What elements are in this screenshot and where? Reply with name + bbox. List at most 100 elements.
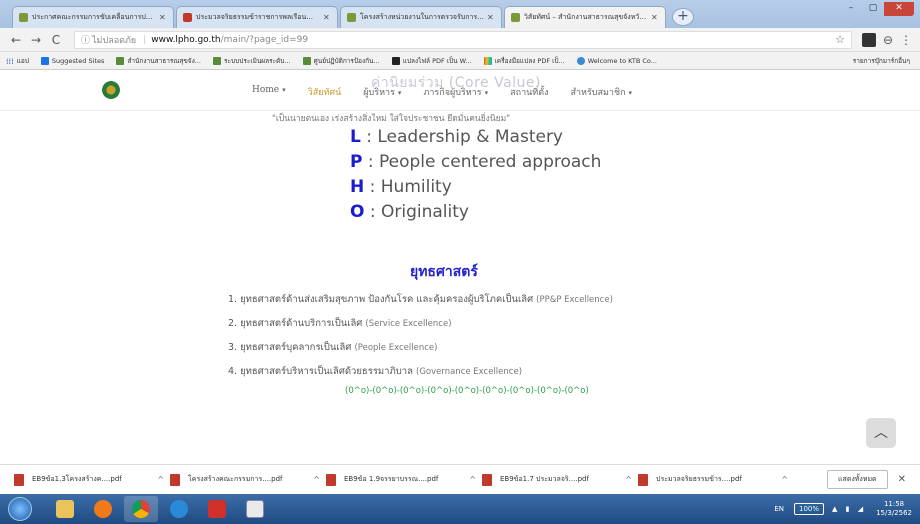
extension-icon[interactable] [862, 32, 876, 47]
bookmark-item[interactable]: แปลงไฟล์ PDF เป็น W... [391, 56, 472, 66]
reload-button[interactable]: C [48, 33, 64, 47]
chevron-up-icon[interactable]: ^ [625, 475, 632, 484]
strategy-text-en: (Service Excellence) [365, 319, 452, 329]
browser-tab[interactable]: ประมวลจริยธรรมข้าราชการพลเรือน... ✕ [176, 6, 338, 28]
back-button[interactable]: ← [8, 33, 24, 47]
browser-menu-icon[interactable]: ⋮ [900, 33, 912, 47]
taskbar-media[interactable] [86, 496, 120, 522]
browser-tab[interactable]: ประกาศคณะกรรมการขับเคลื่อนการป... ✕ [12, 6, 174, 28]
bookmarks-bar: ⁞⁞⁞ แอป Suggested Sites สำนักงานสาธารณสุ… [0, 52, 920, 70]
chevron-up-icon[interactable]: ^ [313, 475, 320, 484]
browser-tab[interactable]: โครงสร้างหน่วยงานในการตรวจรับการ... ✕ [340, 6, 502, 28]
bookmark-label: Welcome to KTB Co... [587, 56, 657, 65]
suggested-sites-icon [40, 56, 49, 65]
strategy-item: 4. ยุทธศาสตร์บริหารเป็นเลิศด้วยธรรมาภิบา… [228, 364, 613, 377]
pdf-favicon-icon [183, 13, 192, 22]
core-value-letter: O [350, 202, 365, 222]
page-content: "เป็นนายตนเอง เร่งสร้างสิ่งใหม่ ใส่ใจประ… [0, 111, 920, 464]
taskbar-explorer[interactable] [48, 496, 82, 522]
nav-item-home[interactable]: Home ▾ [252, 85, 286, 99]
download-item[interactable]: EB9ข้อ1.3โครงสร้างค....pdf ^ [14, 473, 164, 486]
chevron-down-icon: ▾ [628, 89, 633, 97]
core-value-text: : Leadership & Mastery [366, 127, 563, 147]
scroll-to-top-button[interactable]: ︿ [866, 418, 896, 448]
pdf-file-icon [14, 473, 24, 486]
taskbar-ie[interactable] [162, 496, 196, 522]
bookmark-item[interactable]: เครื่องมือแปลง PDF เป็... [483, 56, 565, 66]
maximize-button[interactable]: ▢ [862, 2, 884, 16]
download-item[interactable]: ประมวลจริยธรรมข้าร....pdf ^ [638, 473, 788, 486]
tab-label: โครงสร้างหน่วยงานในการตรวจรับการ... [360, 13, 484, 21]
strategy-text-th: 2. ยุทธศาสตร์ด้านบริการเป็นเลิศ [228, 318, 363, 329]
nav-item-vision[interactable]: วิสัยทัศน์ [308, 85, 342, 99]
clock[interactable]: 11:58 15/3/2562 [876, 500, 912, 518]
site-favicon-icon [347, 13, 356, 22]
info-icon[interactable]: ⓘ [81, 33, 90, 46]
security-label: ไม่ปลอดภัย [92, 35, 137, 46]
strategy-text-en: (People Excellence) [354, 343, 438, 353]
download-item[interactable]: EB9ข้อ1.7 ประมวลจริ....pdf ^ [482, 473, 632, 486]
pdf-converter-icon [391, 56, 400, 65]
core-value-item: P : People centered approach [350, 152, 601, 172]
apps-grid-icon: ⁞⁞⁞ [6, 56, 14, 66]
chevron-up-icon[interactable]: ^ [157, 475, 164, 484]
site-favicon-icon [511, 13, 520, 22]
pdf-tool-icon [483, 56, 492, 65]
bookmark-item[interactable]: สำนักงานสาธารณสุขจัง... [116, 56, 201, 66]
core-value-heading: ค่านิยมร่วม (Core Value) [371, 75, 542, 91]
bookmark-item[interactable]: Suggested Sites [40, 56, 104, 65]
language-indicator[interactable]: EN [774, 505, 784, 513]
core-value-letter: L [350, 127, 361, 147]
tab-strip: ประกาศคณะกรรมการขับเคลื่อนการป... ✕ ประม… [0, 0, 920, 28]
minimize-button[interactable]: – [840, 2, 862, 16]
download-item[interactable]: EB9ข้อ 1.9จรรยาบรรณ....pdf ^ [326, 473, 476, 486]
close-downloads-icon[interactable]: ✕ [898, 474, 906, 485]
bookmark-item[interactable]: ศูนย์ปฏิบัติการป้องกัน... [302, 56, 380, 66]
bookmark-item[interactable]: ระบบประเมินผลระดับ... [213, 56, 291, 66]
taskbar-acrobat[interactable] [200, 496, 234, 522]
url-host: www.lpho.go.th [151, 34, 221, 45]
core-value-item: H : Humility [350, 177, 601, 197]
tab-close-icon[interactable]: ✕ [487, 13, 495, 22]
show-all-downloads-button[interactable]: แสดงทั้งหมด [827, 470, 888, 489]
tab-close-icon[interactable]: ✕ [651, 13, 659, 22]
chevron-up-icon[interactable]: ^ [781, 475, 788, 484]
bookmark-label: แปลงไฟล์ PDF เป็น W... [402, 56, 472, 65]
close-window-button[interactable]: ✕ [884, 2, 914, 16]
other-bookmarks[interactable]: รายการบุ๊กมาร์กอื่นๆ [853, 56, 910, 66]
pdf-file-icon [326, 473, 336, 486]
bookmark-label: สำนักงานสาธารณสุขจัง... [127, 56, 201, 65]
nav-label: Home [252, 85, 280, 95]
strategy-item: 1. ยุทธศาสตร์ด้านส่งเสริมสุขภาพ ป้องกันโ… [228, 292, 613, 305]
download-filename: โครงสร้างคณะกรรมการ....pdf [188, 475, 283, 483]
tab-label: ประกาศคณะกรรมการขับเคลื่อนการป... [32, 13, 153, 21]
download-filename: EB9ข้อ1.7 ประมวลจริ....pdf [500, 475, 589, 483]
forward-button[interactable]: → [28, 33, 44, 47]
url-input[interactable]: ⓘ ไม่ปลอดภัย | www.lpho.go.th /main/?pag… [74, 30, 852, 49]
bookmark-item[interactable]: Welcome to KTB Co... [576, 56, 657, 65]
tab-close-icon[interactable]: ✕ [159, 13, 167, 22]
site-favicon-icon [19, 13, 28, 22]
pdf-file-icon [638, 473, 648, 486]
taskbar-paint[interactable] [238, 496, 272, 522]
bookmark-label: ระบบประเมินผลระดับ... [224, 56, 291, 65]
download-item[interactable]: โครงสร้างคณะกรรมการ....pdf ^ [170, 473, 320, 486]
bookmark-apps[interactable]: ⁞⁞⁞ แอป [6, 56, 29, 66]
browser-tab-active[interactable]: วิสัยทัศน์ – สำนักงานสาธารณสุขจังหวัด...… [504, 6, 666, 28]
chevron-up-icon[interactable]: ^ [469, 475, 476, 484]
bookmark-star-icon[interactable]: ☆ [835, 33, 845, 46]
tray-icons[interactable]: ▲ ▮ ◢ [832, 505, 866, 513]
start-button[interactable] [8, 497, 32, 521]
nav-item-members[interactable]: สำหรับสมาชิก ▾ [570, 85, 632, 99]
taskbar-chrome[interactable] [124, 496, 158, 522]
browser-window: ประกาศคณะกรรมการขับเคลื่อนการป... ✕ ประม… [0, 0, 920, 524]
folder-icon [56, 500, 74, 518]
tab-close-icon[interactable]: ✕ [323, 13, 331, 22]
profile-icon[interactable]: ⊖ [880, 33, 896, 47]
site-logo[interactable] [102, 81, 120, 99]
bookmark-label: แอป [16, 56, 29, 65]
clock-time: 11:58 [883, 500, 905, 508]
new-tab-button[interactable]: + [672, 8, 694, 26]
zoom-indicator[interactable]: 100% [794, 503, 825, 515]
strategy-item: 2. ยุทธศาสตร์ด้านบริการเป็นเลิศ (Service… [228, 316, 613, 329]
